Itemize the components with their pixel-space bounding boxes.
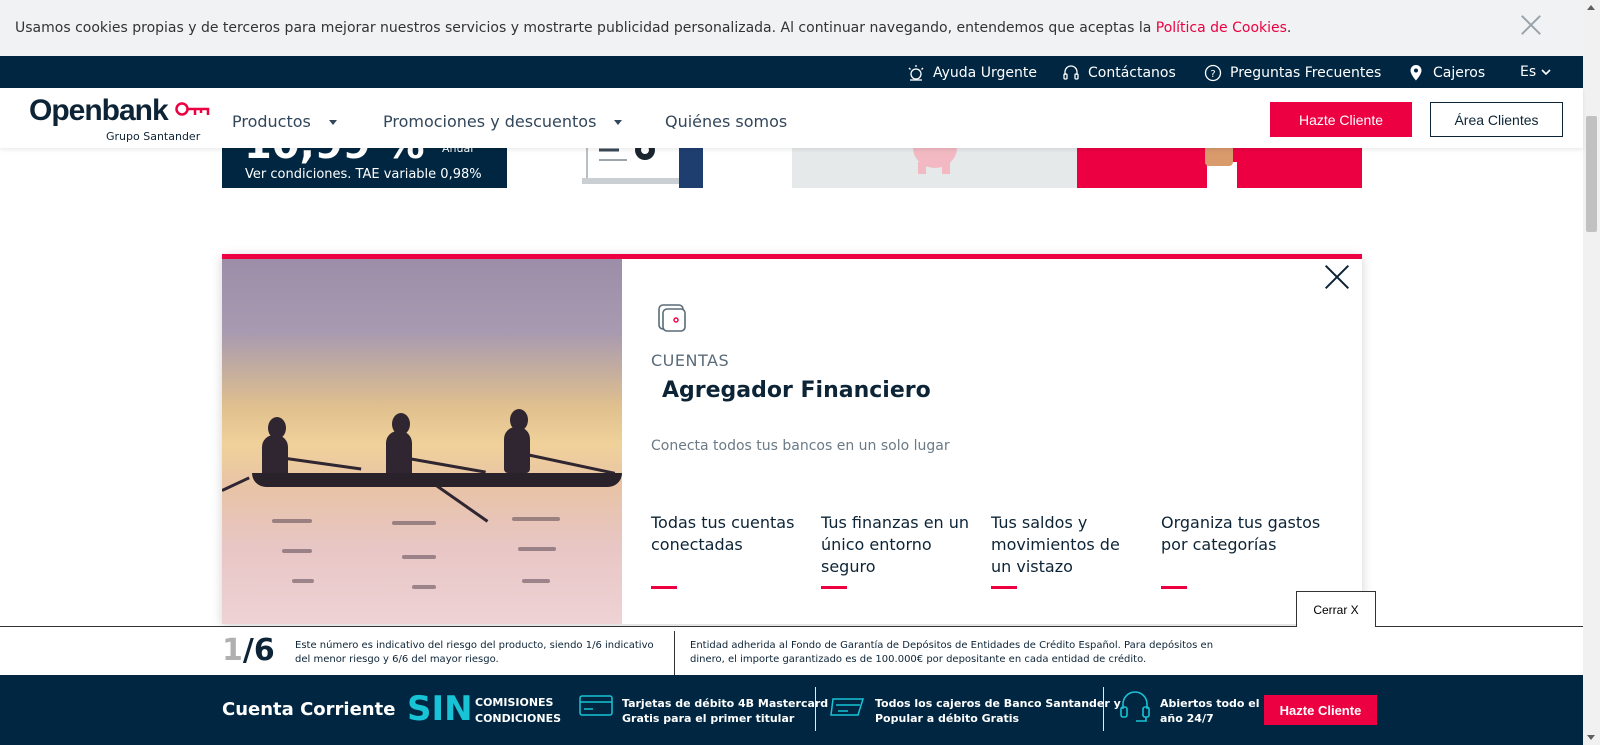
credit-card-icon xyxy=(579,695,613,716)
caret-down-icon xyxy=(614,120,623,125)
key-logo-icon xyxy=(175,102,210,116)
promo-title: Cuenta Corriente xyxy=(222,699,396,720)
feature-accent xyxy=(651,586,677,589)
feature-accent xyxy=(821,586,847,589)
nav-promotions[interactable]: Promociones y descuentos xyxy=(383,112,623,131)
feature-item: Todas tus cuentas conectadas xyxy=(651,513,795,554)
faq-link[interactable]: ? Preguntas Frecuentes xyxy=(1204,64,1381,82)
headset-icon xyxy=(1063,65,1079,80)
caret-down-icon xyxy=(328,120,337,125)
risk-level: 1/6 xyxy=(222,633,275,668)
svg-text:?: ? xyxy=(1210,69,1215,80)
wallet-icon xyxy=(658,304,686,332)
become-client-button[interactable]: Hazte Cliente xyxy=(1270,102,1412,137)
divider xyxy=(815,687,816,731)
scroll-down-icon[interactable] xyxy=(1587,735,1595,740)
promo-sin: SIN xyxy=(407,689,473,729)
nav-about[interactable]: Quiénes somos xyxy=(665,112,787,131)
card-title: Agregador Financiero xyxy=(662,378,931,403)
cookie-message: Usamos cookies propias y de terceros par… xyxy=(15,20,1292,36)
divider xyxy=(1103,687,1104,731)
headset-icon xyxy=(1120,691,1150,722)
feature-item: Organiza tus gastos por categorías xyxy=(1161,513,1321,554)
feature-accent xyxy=(1161,586,1187,589)
account-promo-bar: Cuenta Corriente SIN COMISIONES CONDICION… xyxy=(0,675,1583,745)
promo-open: Abiertos todo el año 24/7 xyxy=(1160,697,1260,725)
promo-sin-label: COMISIONES CONDICIONES xyxy=(475,696,562,725)
close-bottom-bar-button[interactable]: Cerrar X xyxy=(1296,591,1376,627)
feature-accent xyxy=(991,586,1017,589)
close-icon[interactable] xyxy=(1520,14,1542,36)
risk-indicator-bar: 1/6 Este número es indicativo del riesgo… xyxy=(0,626,1583,675)
atm-card-icon xyxy=(830,698,865,716)
feature-item: Tus finanzas en un único entorno seguro xyxy=(821,513,970,576)
utility-bar: Ayuda Urgente Contáctanos ? Preguntas Fr… xyxy=(0,56,1583,88)
chevron-down-icon xyxy=(1541,69,1551,76)
contact-link[interactable]: Contáctanos xyxy=(1062,64,1176,82)
page-scrollbar[interactable] xyxy=(1583,0,1600,745)
promo-cards: Tarjetas de débito 4B Mastercard Gratis p… xyxy=(622,697,829,725)
client-area-button[interactable]: Área Clientes xyxy=(1430,102,1563,137)
cookie-policy-link[interactable]: Política de Cookies xyxy=(1156,20,1287,36)
nav-products[interactable]: Productos xyxy=(232,112,337,131)
become-client-bottom-button[interactable]: Hazte Cliente xyxy=(1264,695,1377,725)
cookie-banner: Usamos cookies propias y de terceros par… xyxy=(0,0,1583,56)
scroll-thumb[interactable] xyxy=(1586,116,1597,232)
atm-link[interactable]: Cajeros xyxy=(1407,64,1485,82)
main-header: Openbank Grupo Santander Productos Promo… xyxy=(0,88,1583,148)
location-pin-icon xyxy=(1410,65,1422,81)
card-category: CUENTAS xyxy=(651,351,730,370)
question-icon: ? xyxy=(1204,64,1222,82)
product-modal: CUENTAS Agregador Financiero Conecta tod… xyxy=(222,254,1362,624)
alert-light-icon xyxy=(908,65,924,81)
close-icon[interactable] xyxy=(1324,264,1350,290)
rowers-photo xyxy=(222,259,622,624)
feature-item: Tus saldos y movimientos de un vistazo xyxy=(991,513,1120,576)
openbank-logo[interactable]: Openbank Grupo Santander xyxy=(29,94,210,143)
urgent-help-link[interactable]: Ayuda Urgente xyxy=(907,64,1037,82)
deposit-guarantee-text: Entidad adherida al Fondo de Garantía de… xyxy=(690,640,1214,665)
card-subtitle: Conecta todos tus bancos en un solo luga… xyxy=(651,438,950,454)
risk-description: Este número es indicativo del riesgo del… xyxy=(295,640,654,665)
scroll-up-icon[interactable] xyxy=(1587,5,1595,10)
language-selector[interactable]: Es xyxy=(1520,64,1552,80)
divider xyxy=(674,631,675,675)
promo-atms: Todos los cajeros de Banco Santander y Po… xyxy=(875,697,1121,725)
